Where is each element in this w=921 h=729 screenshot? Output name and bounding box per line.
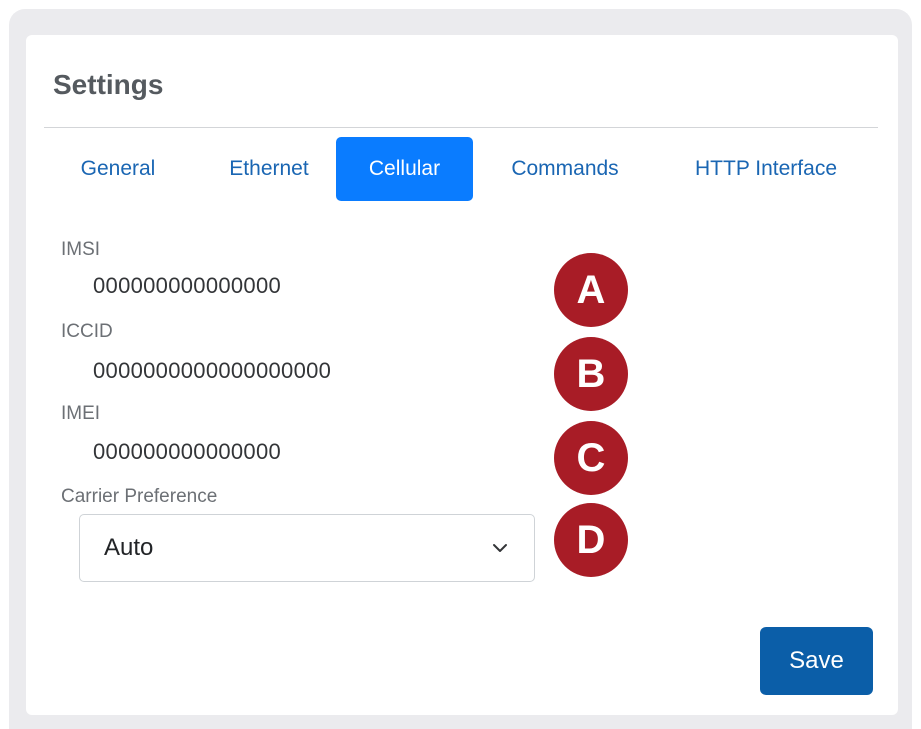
chevron-down-icon	[493, 544, 507, 552]
imei-label: IMEI	[61, 403, 101, 424]
imsi-value: 000000000000000	[93, 273, 282, 298]
callout-badge-b: B	[554, 337, 628, 411]
title-divider	[44, 127, 878, 128]
iccid-label: ICCID	[61, 321, 113, 342]
carrier-preference-label: Carrier Preference	[61, 486, 218, 507]
tab-cellular[interactable]: Cellular	[336, 137, 473, 201]
imei-value: 000000000000000	[93, 439, 282, 464]
settings-panel: Settings General Ethernet Cellular Comma…	[26, 35, 898, 715]
callout-badge-c: C	[554, 421, 628, 495]
carrier-preference-value: Auto	[104, 534, 154, 561]
save-button[interactable]: Save	[760, 627, 873, 695]
carrier-preference-select[interactable]: Auto	[79, 514, 535, 582]
imsi-label: IMSI	[61, 239, 101, 260]
page-title: Settings	[53, 69, 164, 100]
callout-badge-d: D	[554, 503, 628, 577]
tab-general[interactable]: General	[51, 137, 185, 201]
iccid-value: 0000000000000000000	[93, 358, 332, 383]
tab-ethernet[interactable]: Ethernet	[202, 137, 336, 201]
tab-http-interface[interactable]: HTTP Interface	[671, 137, 861, 201]
tab-commands[interactable]: Commands	[492, 137, 638, 201]
callout-badge-a: A	[554, 253, 628, 327]
